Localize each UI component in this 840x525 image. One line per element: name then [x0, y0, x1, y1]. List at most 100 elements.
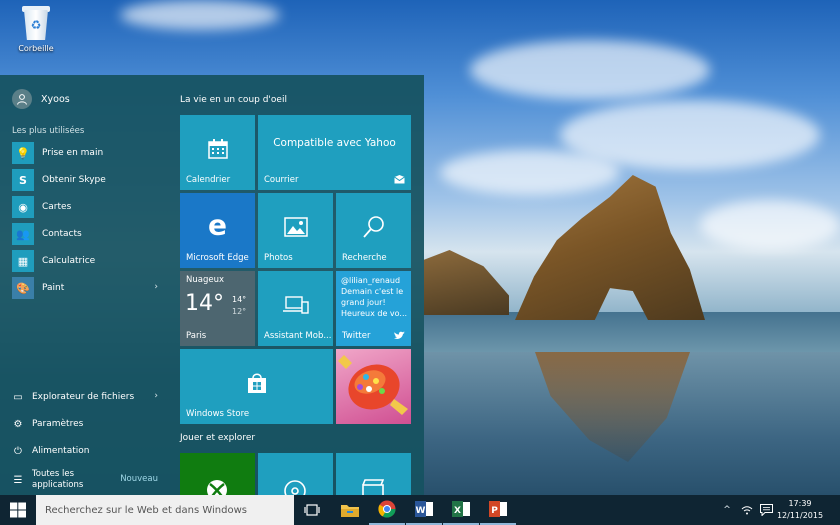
tile-label: Microsoft Edge [186, 253, 249, 263]
weather-condition: Nuageux [186, 275, 224, 285]
twitter-message: Demain c'est le grand jour! Heureux de v… [341, 287, 408, 318]
search-input[interactable]: Recherchez sur le Web et dans Windows [36, 495, 294, 525]
tile-label: Photos [264, 253, 293, 263]
app-prise-en-main[interactable]: 💡 Prise en main [12, 142, 162, 164]
most-used-label: Les plus utilisées [12, 126, 85, 136]
tile-photos[interactable]: Photos [258, 193, 333, 268]
excel-icon: X [452, 501, 470, 517]
tile-search[interactable]: Recherche [336, 193, 411, 268]
chrome-icon [378, 500, 396, 518]
tile-movies-tv[interactable] [336, 453, 411, 495]
candy-crush-icon [338, 355, 408, 415]
app-label: Paint [42, 283, 65, 293]
app-label: Calculatrice [42, 256, 96, 266]
all-apps-label: Toutes les applications [32, 469, 84, 490]
tile-label: Calendrier [186, 175, 231, 185]
app-label: Contacts [42, 229, 82, 239]
mail-icon [394, 175, 405, 184]
phone-laptop-icon [282, 296, 309, 314]
calculator-icon: ▦ [12, 250, 34, 272]
wifi-icon [741, 506, 753, 515]
system-parametres[interactable]: ⚙ Paramètres [12, 415, 162, 433]
task-view-icon [304, 504, 320, 516]
taskbar-file-explorer[interactable] [332, 495, 368, 525]
cloud [470, 40, 710, 100]
system-alimentation[interactable]: ⏻ Alimentation [12, 442, 162, 460]
app-calculatrice[interactable]: ▦ Calculatrice [12, 250, 162, 272]
app-contacts[interactable]: 👥 Contacts [12, 223, 162, 245]
taskbar-chrome[interactable] [369, 495, 405, 525]
tile-weather[interactable]: Nuageux 14° 14° 12° Paris [180, 271, 255, 346]
app-label: Cartes [42, 202, 72, 212]
user-account[interactable]: Xyoos [12, 88, 70, 110]
weather-temperature: 14° [185, 291, 224, 316]
tile-label: Assistant Mob... [264, 331, 332, 341]
folder-icon: ▭ [13, 391, 23, 403]
network-button[interactable] [738, 495, 756, 525]
tile-label: Twitter [342, 331, 371, 341]
tile-twitter[interactable]: @lilian_renaud Demain c'est le grand jou… [336, 271, 411, 346]
tile-windows-store[interactable]: Windows Store [180, 349, 333, 424]
recycle-bin-icon: ♻ [22, 4, 50, 42]
svg-text:X: X [454, 506, 461, 516]
start-button[interactable] [0, 495, 36, 525]
twitter-bird-icon [394, 331, 405, 339]
twitter-handle: @lilian_renaud [341, 276, 401, 285]
tile-label: Courrier [264, 175, 299, 185]
chevron-right-icon[interactable]: › [154, 391, 158, 401]
system-explorateur[interactable]: ▭ Explorateur de fichiers › [12, 388, 162, 406]
word-icon: W [415, 501, 433, 517]
app-cartes[interactable]: ◉ Cartes [12, 196, 162, 218]
calendar-icon [207, 138, 228, 159]
taskbar-powerpoint[interactable]: P [480, 495, 516, 525]
app-paint[interactable]: 🎨 Paint › [12, 277, 162, 299]
windows-logo-icon [10, 502, 26, 518]
weather-low: 12° [232, 307, 247, 316]
tile-mail[interactable]: Compatible avec Yahoo Courrier [258, 115, 411, 190]
sea [424, 312, 840, 352]
tile-edge[interactable]: e Microsoft Edge [180, 193, 255, 268]
edge-icon: e [208, 208, 227, 241]
tile-xbox[interactable] [180, 453, 255, 495]
tile-candy-crush[interactable] [336, 349, 411, 424]
search-icon [362, 215, 384, 238]
tile-phone-companion[interactable]: Assistant Mob... [258, 271, 333, 346]
skype-icon: S [12, 169, 34, 191]
chevron-right-icon[interactable]: › [154, 282, 158, 292]
all-apps-button[interactable]: ☰ Toutes les applications Nouveau [12, 468, 162, 492]
list-icon: ☰ [13, 474, 23, 486]
task-view-button[interactable] [294, 495, 330, 525]
clock[interactable]: 17:39 12/11/2015 [770, 498, 830, 522]
clock-date: 12/11/2015 [776, 511, 824, 520]
system-label: Alimentation [32, 446, 90, 456]
new-badge: Nouveau [120, 474, 158, 484]
clapperboard-icon [362, 479, 384, 495]
cloud [700, 200, 840, 250]
app-obtenir-skype[interactable]: S Obtenir Skype [12, 169, 162, 191]
photos-icon [283, 217, 308, 237]
user-icon [17, 94, 27, 105]
mail-headline: Compatible avec Yahoo [273, 137, 396, 149]
svg-text:P: P [491, 506, 498, 516]
tile-calendar[interactable]: Calendrier [180, 115, 255, 190]
system-label: Explorateur de fichiers [32, 392, 135, 402]
tile-group-title: Jouer et explorer [180, 433, 256, 443]
svg-text:W: W [416, 506, 426, 516]
app-label: Obtenir Skype [42, 175, 106, 185]
music-disc-icon [284, 480, 306, 495]
powerpoint-icon: P [489, 501, 507, 517]
taskbar: Recherchez sur le Web et dans Windows W [0, 495, 840, 525]
cloud [120, 0, 280, 30]
avatar [12, 89, 32, 109]
taskbar-excel[interactable]: X [443, 495, 479, 525]
show-hidden-icons-button[interactable]: ^ [718, 495, 736, 525]
weather-city: Paris [186, 331, 207, 341]
taskbar-word[interactable]: W [406, 495, 442, 525]
tile-group-title: La vie en un coup d'oeil [180, 95, 287, 105]
recycle-bin[interactable]: ♻ Corbeille [8, 4, 64, 53]
lightbulb-icon: 💡 [12, 142, 34, 164]
tile-groove-music[interactable] [258, 453, 333, 495]
cloud [440, 150, 620, 195]
recycle-bin-label: Corbeille [18, 44, 54, 53]
clock-time: 17:39 [788, 499, 812, 508]
